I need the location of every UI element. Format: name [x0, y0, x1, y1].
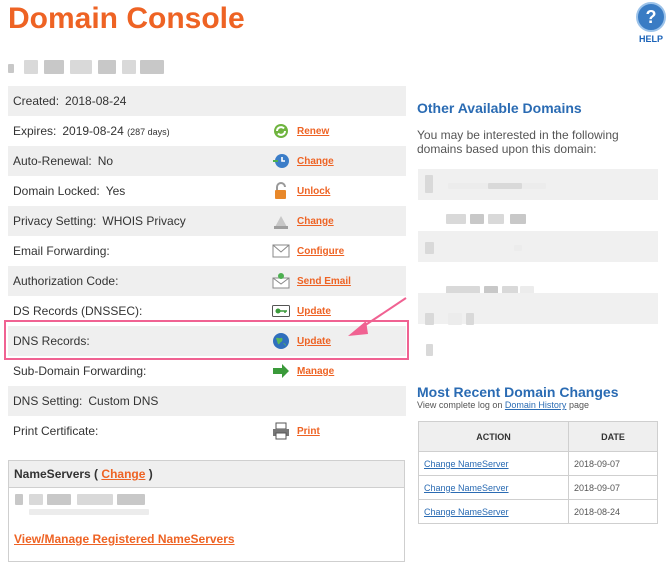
- suggested-domain-slot: [418, 262, 658, 296]
- row-email-forwarding: Email Forwarding: Configure: [8, 236, 406, 266]
- dns-setting-value: Custom DNS: [88, 394, 159, 408]
- domain-locked-label: Domain Locked:: [13, 184, 100, 198]
- print-link[interactable]: Print: [297, 426, 320, 437]
- recent-changes-heading: Most Recent Domain Changes: [417, 384, 619, 400]
- renew-icon: [272, 122, 290, 140]
- suggested-domain-slot: [418, 200, 658, 231]
- key-icon: [272, 302, 290, 320]
- row-expires: Expires: 2019-08-24 (287 days) Renew: [8, 116, 406, 146]
- expires-label: Expires:: [13, 124, 57, 138]
- table-row: Change NameServer 2018-09-07: [418, 451, 658, 476]
- log-prefix: View complete log on: [417, 400, 503, 410]
- other-domains-description: You may be interested in the following d…: [417, 128, 619, 156]
- nameservers-title-suffix: ): [148, 467, 153, 481]
- clock-icon: [272, 152, 290, 170]
- expires-days-note: (287 days): [127, 127, 170, 137]
- privacy-value: WHOIS Privacy: [102, 214, 186, 228]
- other-domains-heading: Other Available Domains: [417, 100, 582, 116]
- suggested-domain-slot: [418, 324, 658, 356]
- authorization-code-label: Authorization Code:: [13, 274, 119, 288]
- unlock-link[interactable]: Unlock: [297, 186, 330, 197]
- nameservers-panel: NameServers ( Change ) View/Manage Regis…: [8, 460, 405, 562]
- action-cell: Change NameServer: [418, 475, 569, 500]
- column-header-action: ACTION: [418, 421, 569, 452]
- renew-link[interactable]: Renew: [297, 126, 329, 137]
- row-authorization-code: Authorization Code: Send Email: [8, 266, 406, 296]
- privacy-icon: [272, 212, 290, 230]
- action-cell: Change NameServer: [418, 451, 569, 476]
- table-row: Change NameServer 2018-09-07: [418, 475, 658, 500]
- domain-locked-value: Yes: [105, 184, 126, 198]
- privacy-label: Privacy Setting:: [13, 214, 97, 228]
- log-suffix: page: [568, 400, 589, 410]
- date-cell: 2018-09-07: [568, 451, 658, 476]
- ds-records-update-link[interactable]: Update: [297, 306, 331, 317]
- row-auto-renewal: Auto-Renewal: No Change: [8, 146, 406, 176]
- change-nameserver-link[interactable]: Change NameServer: [424, 483, 509, 493]
- created-label: Created:: [13, 94, 60, 108]
- subdomain-forwarding-label: Sub-Domain Forwarding:: [13, 364, 147, 378]
- date-cell: 2018-08-24: [568, 499, 658, 524]
- configure-link[interactable]: Configure: [297, 246, 344, 257]
- help-icon: ?: [636, 2, 666, 32]
- suggested-domain-slot: [418, 169, 658, 200]
- column-header-date: DATE: [568, 421, 658, 452]
- change-nameserver-link[interactable]: Change NameServer: [424, 459, 509, 469]
- dns-setting-label: DNS Setting:: [13, 394, 83, 408]
- ds-records-label: DS Records (DNSSEC):: [13, 304, 143, 318]
- annotation-arrow-icon: [348, 297, 407, 336]
- print-certificate-label: Print Certificate:: [13, 424, 99, 438]
- privacy-change-link[interactable]: Change: [297, 216, 334, 227]
- row-subdomain-forwarding: Sub-Domain Forwarding: Manage: [8, 356, 406, 386]
- auto-renewal-label: Auto-Renewal:: [13, 154, 92, 168]
- lock-icon: [272, 182, 290, 200]
- nameservers-change-link[interactable]: Change: [101, 467, 145, 481]
- manage-link[interactable]: Manage: [297, 366, 334, 377]
- suggested-domain-slot: [418, 231, 658, 262]
- row-domain-locked: Domain Locked: Yes Unlock: [8, 176, 406, 206]
- row-dns-setting: DNS Setting: Custom DNS: [8, 386, 406, 416]
- auto-renewal-change-link[interactable]: Change: [297, 156, 334, 167]
- nameservers-title-prefix: NameServers (: [14, 467, 99, 481]
- row-print-certificate: Print Certificate: Print: [8, 416, 406, 446]
- suggested-domain-slot: [418, 293, 658, 325]
- domain-details-list: Created: 2018-08-24 Expires: 2019-08-24 (2…: [8, 86, 406, 446]
- arrow-icon: [272, 362, 290, 380]
- expires-value: 2019-08-24: [62, 124, 124, 138]
- auto-renewal-value: No: [97, 154, 114, 168]
- created-value: 2018-08-24: [65, 94, 127, 108]
- nameservers-header: NameServers ( Change ): [9, 461, 404, 488]
- row-privacy-setting: Privacy Setting: WHOIS Privacy Change: [8, 206, 406, 236]
- history-log-line: View complete log on Domain History page: [417, 400, 589, 410]
- date-cell: 2018-09-07: [568, 475, 658, 500]
- send-email-icon: [272, 272, 290, 290]
- recent-changes-table: ACTION DATE Change NameServer 2018-09-07…: [418, 421, 658, 524]
- view-manage-nameservers-link[interactable]: View/Manage Registered NameServers: [14, 532, 235, 546]
- envelope-icon: [272, 242, 290, 260]
- change-nameserver-link[interactable]: Change NameServer: [424, 507, 509, 517]
- help-label: HELP: [638, 34, 663, 44]
- table-row: Change NameServer 2018-08-24: [418, 499, 658, 524]
- help-button[interactable]: ? HELP: [636, 2, 666, 44]
- page-title: Domain Console: [8, 2, 245, 35]
- domain-history-link[interactable]: Domain History: [505, 400, 567, 410]
- email-forwarding-label: Email Forwarding:: [13, 244, 110, 258]
- printer-icon: [272, 422, 290, 440]
- row-created: Created: 2018-08-24: [8, 86, 406, 116]
- send-email-link[interactable]: Send Email: [297, 276, 351, 287]
- action-cell: Change NameServer: [418, 499, 569, 524]
